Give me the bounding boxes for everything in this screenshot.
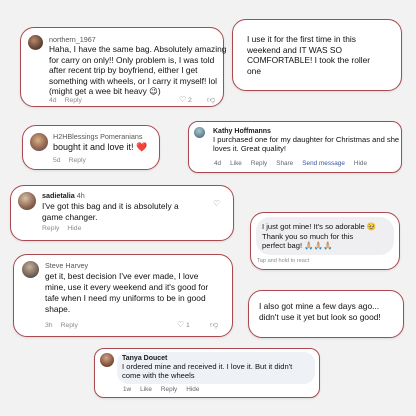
comment-bubble: Kathy Hoffmanns I purchased one for my d… [209, 125, 399, 159]
heart-outline-icon[interactable]: ♡ [213, 200, 220, 208]
send-message-button[interactable]: Send message [302, 160, 345, 167]
message-bubble: I use it for the first time in this week… [237, 26, 397, 84]
comment-meta: 3h Reply [45, 322, 86, 329]
reply-button[interactable]: Reply [161, 386, 177, 393]
message-text-line: perfect bag! 🙏🏼🙏🏼🙏🏼 [262, 241, 333, 251]
comment-text-line: shape. [45, 304, 71, 314]
reply-button[interactable]: Reply [69, 157, 86, 164]
avatar[interactable] [18, 192, 36, 210]
heart-outline-icon[interactable]: ♡ [179, 96, 186, 104]
comment-text: bought it and love it! ❤️ [53, 142, 147, 153]
comment-text-line: Haha, I have the same bag. Absolutely am… [49, 44, 227, 54]
comment-card-h2h: H2HBlessings Pomeranians bought it and l… [22, 125, 160, 170]
thumbs-down-icon[interactable]: 👎︎ [207, 96, 215, 104]
comment-bubble: Tanya Doucet I ordered mine and received… [117, 352, 315, 384]
avatar[interactable] [194, 127, 205, 138]
message-text-line: one [247, 65, 261, 76]
comment-text-line: I ordered mine and received it. I love i… [122, 362, 293, 371]
comment-time: 1w [123, 386, 132, 393]
hide-button[interactable]: Hide [354, 160, 367, 167]
avatar[interactable] [30, 133, 48, 151]
message-card-first-time: I use it for the first time in this week… [232, 19, 402, 91]
like-count: 1 [186, 322, 190, 329]
avatar[interactable] [28, 35, 43, 50]
comment-meta: Reply Hide [42, 225, 89, 232]
reply-button[interactable]: Reply [251, 160, 267, 167]
like-button[interactable]: Like [140, 386, 152, 393]
comment-text-line: get it, best decision I've ever made, I … [45, 271, 199, 281]
comment-time: 4h [76, 191, 85, 200]
commenter-name[interactable]: Tanya Doucet [122, 355, 310, 362]
comment-meta: 4d Reply [49, 97, 90, 104]
comment-text-line: come with the wheels [122, 371, 195, 381]
comment-text-line: something with wheels, or I carry it mys… [49, 75, 218, 86]
comment-text-line: for carry on only!! Only problem is, I w… [49, 54, 215, 65]
comment-username[interactable]: Steve Harvey [45, 261, 88, 270]
thumbs-down-icon[interactable]: 👎︎ [210, 321, 218, 329]
message-text-line: I just got mine! It's so adorable 🥹 [262, 222, 377, 231]
hide-button[interactable]: Hide [186, 386, 199, 393]
comment-text-line: tafe when I need my uniforms to be in go… [45, 293, 206, 303]
comment-username[interactable]: northern_1967 [49, 35, 96, 44]
message-text-line: Thank you so much for this [262, 231, 354, 241]
comment-text-line: loves it. Great quality! [213, 144, 287, 154]
comment-time: 3h [45, 322, 53, 329]
comment-card-sadietalia: sadietalia 4h I've got this bag and it i… [10, 185, 234, 241]
comment-username[interactable]: H2HBlessings Pomeranians [53, 132, 143, 141]
comment-text-line: (might get a wee bit heavy 😉) [49, 86, 161, 97]
message-bubble: I just got mine! It's so adorable 🥹 Than… [256, 217, 394, 255]
comment-card-kathy: Kathy Hoffmanns I purchased one for my d… [188, 121, 402, 173]
like-count: 2 [188, 97, 192, 104]
share-button[interactable]: Share [276, 160, 293, 167]
comment-text-line: I've got this bag and it is absolutely a [42, 201, 179, 211]
message-text-line: weekend and IT WAS SO [247, 44, 342, 55]
message-card-also-got-mine: I also got mine a few days ago... didn't… [248, 290, 404, 338]
message-text-line: I use it for the first time in this [247, 34, 356, 44]
comment-card-tanya: Tanya Doucet I ordered mine and received… [94, 348, 320, 398]
react-hint: Tap and hold to react [257, 258, 310, 264]
comment-time: 4d [214, 160, 222, 167]
avatar[interactable] [100, 353, 114, 367]
message-text-line: I also got mine a few days ago... [259, 301, 380, 311]
reply-button[interactable]: Reply [61, 322, 78, 329]
comment-meta: 5d Reply [53, 157, 94, 164]
message-text-line: COMFORTABLE! I took the roller [247, 55, 371, 66]
comment-card-steve: Steve Harvey get it, best decision I've … [13, 254, 233, 337]
message-card-just-got-mine: I just got mine! It's so adorable 🥹 Than… [250, 212, 400, 270]
comment-text-line: I purchased one for my daughter for Chri… [213, 135, 400, 144]
like-button[interactable]: Like [230, 160, 242, 167]
comment-actions: 1w Like Reply Hide [123, 386, 208, 393]
commenter-name[interactable]: Kathy Hoffmanns [213, 128, 395, 135]
avatar[interactable] [22, 261, 39, 278]
reply-button[interactable]: Reply [65, 97, 82, 104]
message-bubble: I also got mine a few days ago... didn't… [253, 295, 399, 333]
message-text-line: didn't use it yet but look so good! [259, 311, 381, 322]
comment-time: 5d [53, 157, 61, 164]
hide-button[interactable]: Hide [67, 225, 81, 232]
comment-card-northern: northern_1967 Haha, I have the same bag.… [20, 27, 227, 107]
reply-button[interactable]: Reply [42, 225, 59, 232]
heart-outline-icon[interactable]: ♡ [177, 321, 184, 329]
comment-text-line: after recent trip by boyfriend, either I… [49, 65, 198, 76]
comment-text-content: bought it and love it! ❤️ [53, 142, 148, 152]
comment-header: sadietalia 4h [42, 191, 85, 200]
comment-time: 4d [49, 97, 57, 104]
comment-actions: 4d Like Reply Share Send message Hide [214, 160, 376, 167]
comment-text-line: mine, use it every weekend and it's good… [45, 282, 209, 292]
comment-username[interactable]: sadietalia [42, 191, 75, 200]
comment-text-line: game changer. [42, 211, 98, 222]
